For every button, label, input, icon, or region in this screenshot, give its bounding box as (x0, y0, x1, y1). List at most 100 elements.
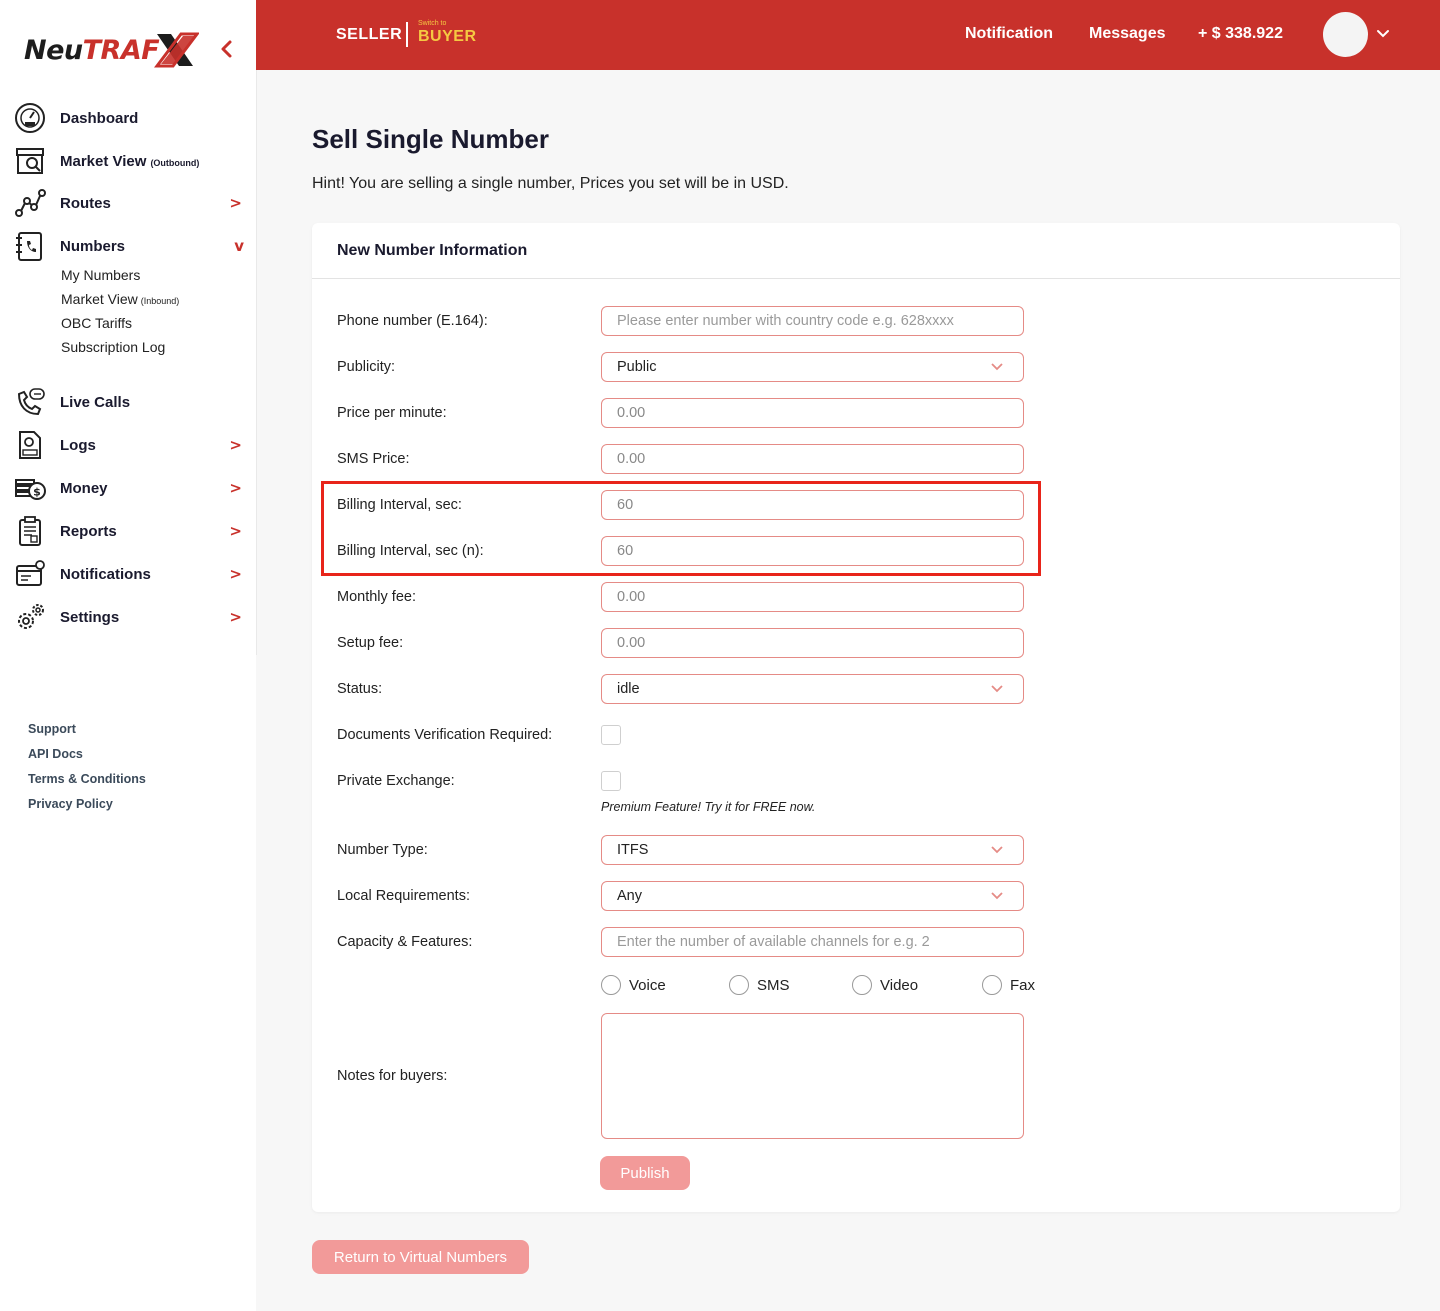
nav-label-text: Market View (60, 152, 147, 170)
page-title: Sell Single Number (312, 124, 549, 154)
nav-numbers[interactable]: Numbers v (14, 230, 256, 262)
svg-text:$: $ (33, 486, 41, 499)
notification-link[interactable]: Notification (965, 25, 1053, 43)
feature-fax-radio[interactable]: Fax (982, 975, 1035, 995)
storefront-icon (14, 145, 46, 177)
subnav-label: Market View (61, 291, 138, 307)
nav-label: Reports (60, 522, 117, 540)
subnav-subscription-log[interactable]: Subscription Log (61, 339, 165, 355)
billing-interval-n-input[interactable]: 60 (601, 536, 1024, 566)
billing-interval-n-label: Billing Interval, sec (n): (337, 543, 484, 559)
number-type-value: ITFS (617, 842, 649, 858)
avatar[interactable] (1323, 12, 1368, 57)
status-select[interactable]: idle (601, 674, 1024, 704)
nav-label: Live Calls (60, 393, 131, 411)
docs-verification-label: Documents Verification Required: (337, 727, 553, 743)
chevron-down-icon[interactable] (1376, 28, 1390, 40)
publish-button[interactable]: Publish (600, 1156, 690, 1190)
status-label: Status: (337, 681, 383, 697)
feature-sms-radio[interactable]: SMS (729, 975, 790, 995)
expand-arrow-icon: > (229, 479, 242, 497)
nav-reports[interactable]: Reports > (14, 515, 256, 547)
private-exchange-checkbox[interactable] (601, 771, 621, 791)
price-per-minute-label: Price per minute: (337, 405, 447, 421)
switch-target: BUYER (418, 28, 477, 45)
expand-arrow-icon: > (229, 565, 242, 583)
return-to-virtual-numbers-button[interactable]: Return to Virtual Numbers (312, 1240, 529, 1274)
sidebar-divider (256, 0, 257, 655)
radio-label: Fax (1010, 976, 1036, 994)
chevron-down-icon (991, 363, 1003, 371)
footer-api-docs[interactable]: API Docs (28, 747, 83, 761)
nav-settings[interactable]: Settings > (14, 601, 256, 633)
phone-label: Phone number (E.164): (337, 313, 488, 329)
nav-notifications[interactable]: Notifications > (14, 558, 256, 590)
publicity-value: Public (617, 359, 657, 375)
local-requirements-select[interactable]: Any (601, 881, 1024, 911)
subnav-market-view-inbound[interactable]: Market View (Inbound) (61, 291, 179, 307)
expand-arrow-icon: > (229, 436, 242, 454)
nav-label: Logs (60, 436, 96, 454)
notification-icon (14, 558, 46, 590)
price-per-minute-input[interactable]: 0.00 (601, 398, 1024, 428)
subnav-my-numbers[interactable]: My Numbers (61, 267, 140, 283)
monthly-fee-input[interactable]: 0.00 (601, 582, 1024, 612)
premium-feature-note[interactable]: Premium Feature! Try it for FREE now. (601, 800, 815, 814)
nav-market-view-outbound[interactable]: Market View (Outbound) (14, 145, 256, 177)
feature-video-radio[interactable]: Video (852, 975, 918, 995)
logo-text-traf: TRAF (82, 34, 160, 66)
balance[interactable]: + $ 338.922 (1198, 25, 1283, 43)
docs-verification-checkbox[interactable] (601, 725, 621, 745)
footer-privacy[interactable]: Privacy Policy (28, 797, 113, 811)
nav-dashboard[interactable]: Dashboard (14, 102, 256, 134)
logo[interactable]: Neu TRAF (24, 28, 200, 72)
nav-logs[interactable]: Logs > (14, 429, 256, 461)
phone-call-icon (14, 386, 46, 418)
card-header: New Number Information (312, 223, 1400, 279)
notes-textarea[interactable] (601, 1013, 1024, 1139)
phone-input[interactable]: Please enter number with country code e.… (601, 306, 1024, 336)
topbar: SELLER Switch to BUYER Notification Mess… (256, 0, 1440, 70)
billing-interval-label: Billing Interval, sec: (337, 497, 462, 513)
billing-interval-input[interactable]: 60 (601, 490, 1024, 520)
hint-text: Hint! You are selling a single number, P… (312, 175, 789, 192)
messages-link[interactable]: Messages (1089, 25, 1166, 43)
nav-live-calls[interactable]: Live Calls (14, 386, 256, 418)
nav-label-suffix: (Outbound) (150, 157, 200, 168)
speedometer-icon (14, 102, 46, 134)
role-seller[interactable]: SELLER (336, 26, 402, 44)
subnav-obc-tariffs[interactable]: OBC Tariffs (61, 315, 132, 331)
number-type-select[interactable]: ITFS (601, 835, 1024, 865)
radio-label: SMS (757, 976, 790, 994)
clipboard-icon (14, 515, 46, 547)
sms-price-input[interactable]: 0.00 (601, 444, 1024, 474)
nav-label: Notifications (60, 565, 151, 583)
setup-fee-label: Setup fee: (337, 635, 404, 651)
capacity-input[interactable]: Enter the number of available channels f… (601, 927, 1024, 957)
setup-fee-input[interactable]: 0.00 (601, 628, 1024, 658)
local-requirements-value: Any (617, 888, 642, 904)
nav-routes[interactable]: Routes > (14, 187, 256, 219)
logo-x-icon (154, 32, 200, 68)
route-icon (14, 187, 46, 219)
publicity-select[interactable]: Public (601, 352, 1024, 382)
card-title: New Number Information (337, 242, 528, 259)
feature-voice-radio[interactable]: Voice (601, 975, 666, 995)
chevron-down-icon (991, 846, 1003, 854)
log-file-icon (14, 429, 46, 461)
sidebar: Neu TRAF Dashboard Market View (Outbound)… (0, 0, 257, 1311)
notes-label: Notes for buyers: (337, 1068, 448, 1084)
number-type-label: Number Type: (337, 842, 428, 858)
nav-label: Settings (60, 608, 120, 626)
status-value: idle (617, 681, 640, 697)
collapse-sidebar-icon[interactable] (216, 38, 238, 60)
logo-text-neu: Neu (24, 34, 83, 66)
role-divider (406, 22, 408, 47)
footer-terms[interactable]: Terms & Conditions (28, 772, 146, 786)
switch-to-buyer-button[interactable]: Switch to BUYER (418, 20, 477, 46)
footer-support[interactable]: Support (28, 722, 76, 736)
nav-label: Money (60, 479, 108, 497)
nav-label: Routes (60, 194, 111, 212)
nav-money[interactable]: $ Money > (14, 472, 256, 504)
phonebook-icon (14, 230, 46, 262)
